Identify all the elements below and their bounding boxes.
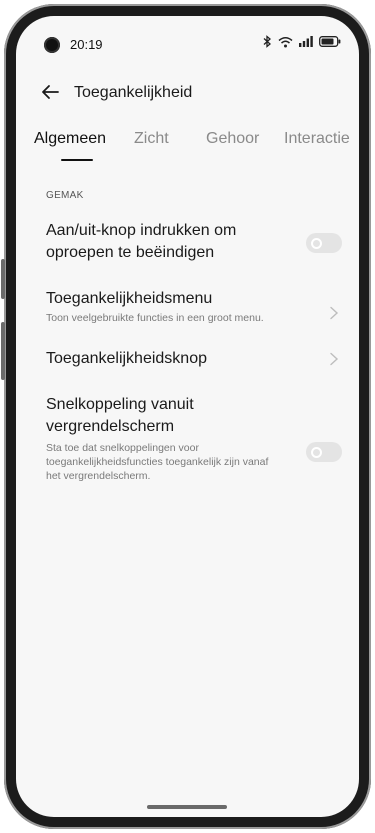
setting-subtitle: Sta toe dat snelkoppelingen voor toegank… [46, 441, 268, 483]
setting-end-call-power-button[interactable]: Aan/uit-knop indrukken om oproepen te be… [16, 212, 359, 274]
toggle-switch[interactable] [306, 442, 342, 462]
home-indicator[interactable] [147, 805, 227, 809]
page-title: Toegankelijkheid [74, 84, 193, 101]
status-icons [263, 35, 341, 48]
bluetooth-icon [263, 35, 271, 48]
setting-title: Toegankelijkheidsknop [46, 350, 207, 367]
volume-up-button [1, 259, 5, 299]
active-tab-indicator [61, 159, 93, 161]
tab-gehoor[interactable]: Gehoor [206, 130, 259, 148]
status-time: 20:19 [70, 37, 103, 52]
app-bar: Toegankelijkheid [16, 76, 359, 110]
chevron-right-icon [330, 352, 339, 366]
toggle-knob [311, 238, 322, 249]
setting-subtitle: Toon veelgebruikte functies in een groot… [46, 312, 264, 324]
setting-title-line: Snelkoppeling vanuit [46, 396, 194, 413]
front-camera [44, 37, 60, 53]
setting-lockscreen-shortcut[interactable]: Snelkoppeling vanuit vergrendelscherm St… [16, 390, 359, 500]
wifi-icon [278, 36, 293, 47]
setting-title-line: vergrendelscherm [46, 418, 175, 435]
setting-title: Aan/uit-knop indrukken om oproepen te be… [46, 220, 236, 264]
setting-subtitle-line: Sta toe dat snelkoppelingen voor [46, 442, 199, 454]
arrow-left-icon[interactable] [38, 80, 62, 104]
signal-icon [299, 36, 313, 47]
setting-subtitle-line: het vergrendelscherm. [46, 470, 151, 482]
setting-accessibility-button[interactable]: Toegankelijkheidsknop [16, 342, 359, 382]
volume-down-button [1, 322, 5, 380]
phone-screen: 20:19 Toegankelijkheid Algemeen Zicht Ge… [16, 16, 359, 817]
phone-frame: 20:19 Toegankelijkheid Algemeen Zicht Ge… [1, 4, 371, 829]
battery-icon [319, 36, 341, 47]
setting-title: Snelkoppeling vanuit vergrendelscherm [46, 394, 194, 438]
setting-title-line: oproepen te beëindigen [46, 244, 215, 261]
setting-subtitle-line: toegankelijkheidsfuncties toegankelijk z… [46, 456, 269, 468]
tab-algemeen[interactable]: Algemeen [34, 130, 106, 148]
setting-accessibility-menu[interactable]: Toegankelijkheidsmenu Toon veelgebruikte… [16, 282, 359, 340]
chevron-right-icon [330, 306, 339, 320]
toggle-knob [311, 447, 322, 458]
tab-interactie[interactable]: Interactie [284, 130, 350, 148]
tab-zicht[interactable]: Zicht [134, 130, 169, 148]
setting-title-line: Aan/uit-knop indrukken om [46, 222, 237, 239]
status-bar: 20:19 [16, 16, 359, 62]
toggle-switch[interactable] [306, 233, 342, 253]
tab-bar: Algemeen Zicht Gehoor Interactie [16, 130, 359, 172]
setting-title: Toegankelijkheidsmenu [46, 290, 213, 307]
section-header: GEMAK [46, 190, 84, 201]
